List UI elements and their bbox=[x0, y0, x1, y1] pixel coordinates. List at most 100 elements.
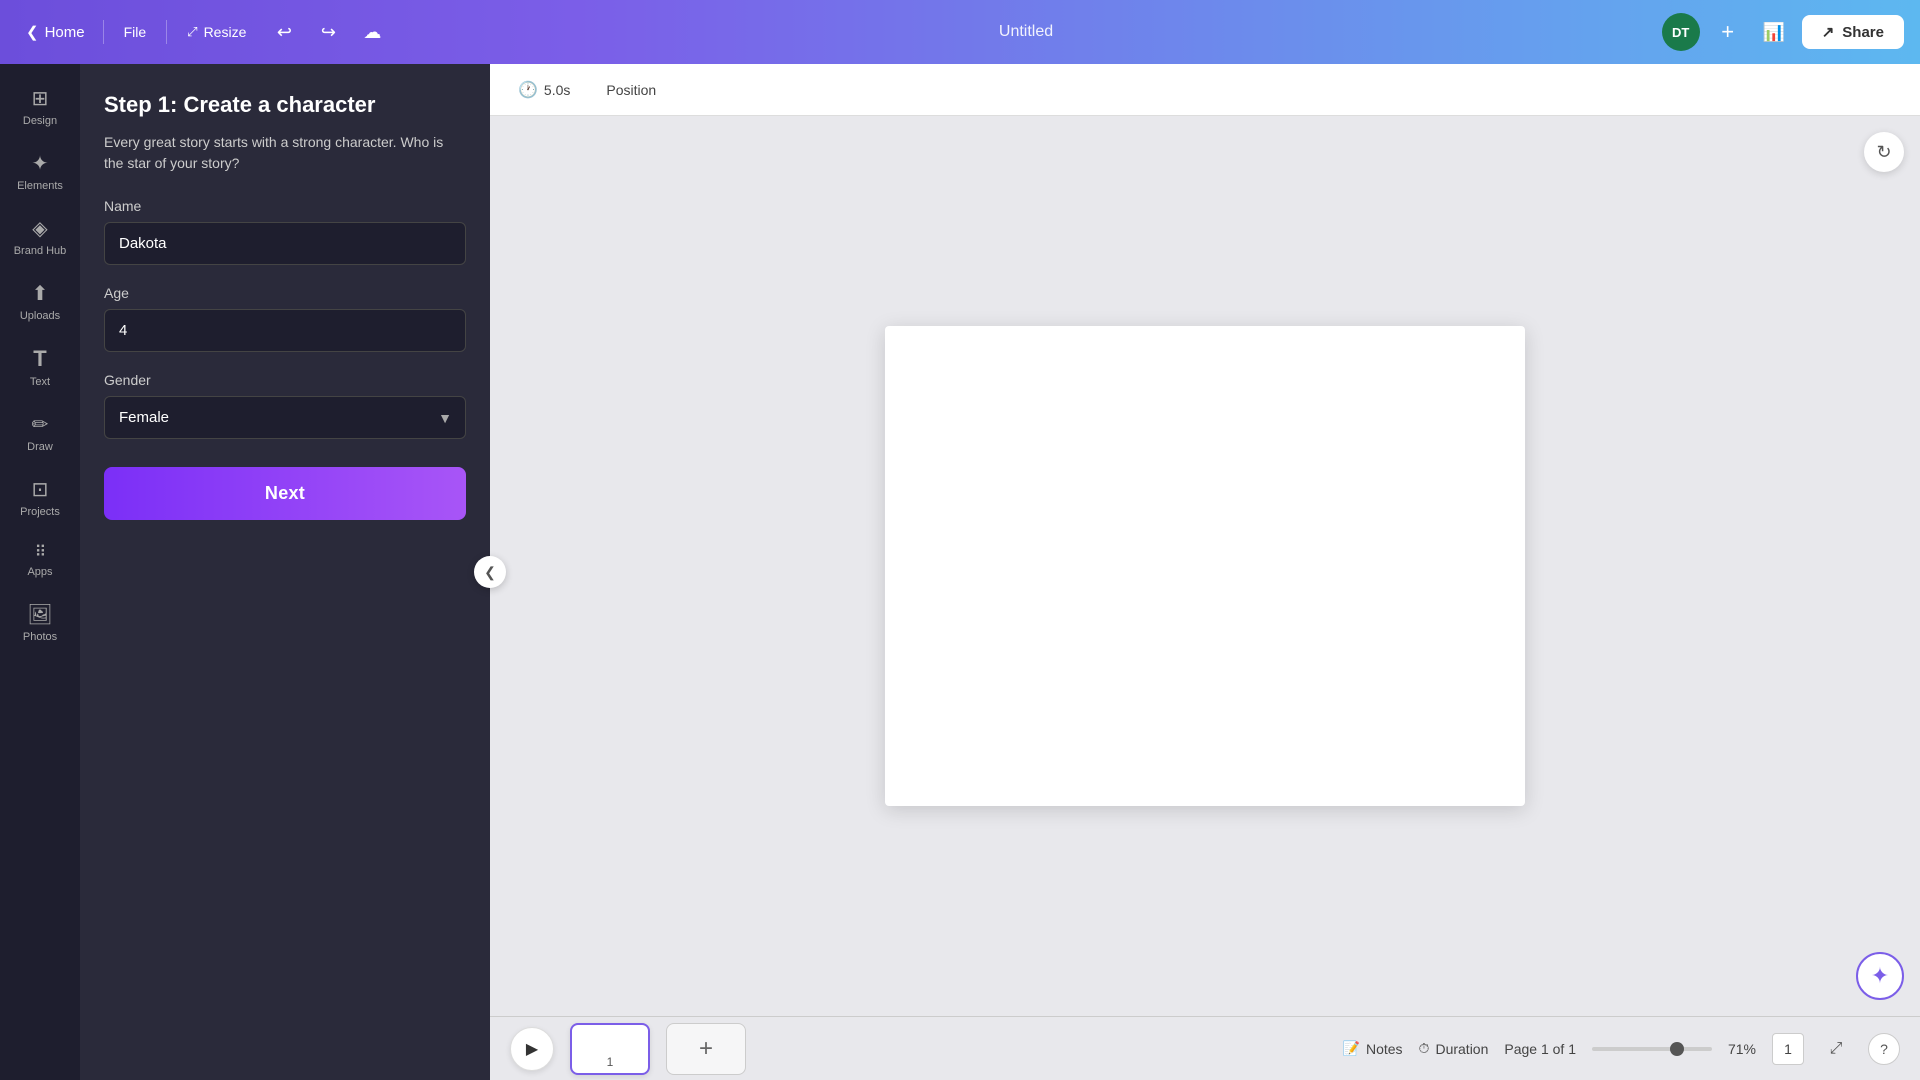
text-icon: T bbox=[33, 346, 46, 372]
toolbar: 🕐 5.0s Position bbox=[490, 64, 1920, 116]
avatar[interactable]: DT bbox=[1662, 13, 1700, 51]
draw-icon: ✏ bbox=[32, 412, 49, 437]
header-center: Untitled bbox=[402, 23, 1649, 41]
bottom-bar: ▶ 1 + 📝 Notes ⏱ Duration Page 1 of 1 bbox=[490, 1016, 1920, 1080]
panel-title: Step 1: Create a character bbox=[104, 92, 466, 118]
duration-value: 5.0s bbox=[544, 82, 570, 98]
duration-button[interactable]: ⏱ Duration bbox=[1419, 1040, 1489, 1057]
photos-icon: 🖼 bbox=[27, 602, 52, 627]
share-icon: ↗ bbox=[1822, 23, 1835, 41]
panel-description: Every great story starts with a strong c… bbox=[104, 132, 466, 174]
zoom-thumb[interactable] bbox=[1670, 1042, 1684, 1056]
sidebar-label-photos: Photos bbox=[23, 631, 57, 643]
sidebar-item-apps[interactable]: ⠿ Apps bbox=[4, 532, 76, 588]
expand-button[interactable]: ⤢ bbox=[1820, 1033, 1852, 1065]
page-number-button[interactable]: 1 bbox=[1772, 1033, 1804, 1065]
canvas-viewport[interactable]: ↻ ✦ bbox=[490, 116, 1920, 1016]
add-page-button[interactable]: + bbox=[666, 1023, 746, 1075]
hide-panel-button[interactable]: ❮ bbox=[474, 556, 506, 588]
duration-label: Duration bbox=[1435, 1041, 1488, 1057]
header-divider-2 bbox=[166, 20, 167, 44]
play-icon: ▶ bbox=[526, 1039, 538, 1059]
sidebar-item-elements[interactable]: ✦ Elements bbox=[4, 141, 76, 202]
age-label: Age bbox=[104, 285, 466, 301]
sidebar-item-projects[interactable]: ⊡ Projects bbox=[4, 467, 76, 528]
magic-icon: ✦ bbox=[1871, 963, 1889, 989]
zoom-bar: 71% bbox=[1592, 1041, 1756, 1057]
sidebar-item-text[interactable]: T Text bbox=[4, 336, 76, 398]
document-title[interactable]: Untitled bbox=[999, 23, 1053, 41]
share-button[interactable]: ↗ Share bbox=[1802, 15, 1904, 49]
expand-icon: ⤢ bbox=[1830, 1040, 1843, 1058]
name-label: Name bbox=[104, 198, 466, 214]
next-button[interactable]: Next bbox=[104, 467, 466, 520]
home-button[interactable]: ❮ Home bbox=[16, 17, 95, 47]
header-divider bbox=[103, 20, 104, 44]
sidebar-label-draw: Draw bbox=[27, 441, 53, 453]
gender-select[interactable]: Female Male Non-binary Other bbox=[104, 396, 466, 439]
sidebar-item-photos[interactable]: 🖼 Photos bbox=[4, 592, 76, 653]
notes-button[interactable]: 📝 Notes bbox=[1343, 1040, 1403, 1057]
sidebar-item-draw[interactable]: ✏ Draw bbox=[4, 402, 76, 463]
elements-icon: ✦ bbox=[32, 151, 49, 176]
avatar-initials: DT bbox=[1672, 25, 1689, 40]
header-left: ❮ Home File ⤢ Resize ↩ ↪ ☁ bbox=[16, 14, 390, 50]
sidebar-label-elements: Elements bbox=[17, 180, 63, 192]
gender-label: Gender bbox=[104, 372, 466, 388]
zoom-value: 71% bbox=[1720, 1041, 1756, 1057]
panel: Step 1: Create a character Every great s… bbox=[80, 64, 490, 1080]
play-button[interactable]: ▶ bbox=[510, 1027, 554, 1071]
apps-icon: ⠿ bbox=[35, 542, 46, 562]
magic-button[interactable]: ✦ bbox=[1856, 952, 1904, 1000]
page-thumb-number: 1 bbox=[607, 1055, 614, 1069]
position-control[interactable]: Position bbox=[598, 78, 664, 102]
help-button[interactable]: ? bbox=[1868, 1033, 1900, 1065]
resize-button[interactable]: ⤢ Resize bbox=[175, 18, 258, 46]
page-number: 1 bbox=[1784, 1041, 1792, 1057]
analytics-button[interactable]: 📊 bbox=[1756, 14, 1792, 50]
main-body: ⊞ Design ✦ Elements ◈ Brand Hub ⬆ Upload… bbox=[0, 64, 1920, 1080]
bottom-right-controls: 📝 Notes ⏱ Duration Page 1 of 1 71% 1 bbox=[1343, 1033, 1900, 1065]
sidebar-item-uploads[interactable]: ⬆ Uploads bbox=[4, 271, 76, 332]
next-label: Next bbox=[265, 483, 305, 503]
help-icon: ? bbox=[1880, 1041, 1888, 1057]
chevron-left-icon: ❮ bbox=[26, 23, 39, 41]
age-input[interactable] bbox=[104, 309, 466, 352]
name-input[interactable] bbox=[104, 222, 466, 265]
sidebar-item-brand-hub[interactable]: ◈ Brand Hub bbox=[4, 206, 76, 267]
save-cloud-button[interactable]: ☁ bbox=[354, 14, 390, 50]
file-button[interactable]: File bbox=[112, 18, 159, 46]
gender-select-wrap: Female Male Non-binary Other ▼ bbox=[104, 396, 466, 439]
duration-control[interactable]: 🕐 5.0s bbox=[510, 76, 578, 104]
chevron-left-icon: ❮ bbox=[484, 564, 496, 581]
notes-icon: 📝 bbox=[1343, 1040, 1360, 1057]
resize-label: Resize bbox=[204, 24, 247, 40]
uploads-icon: ⬆ bbox=[32, 281, 49, 306]
header: ❮ Home File ⤢ Resize ↩ ↪ ☁ Untitled DT +… bbox=[0, 0, 1920, 64]
plus-icon: + bbox=[699, 1035, 713, 1063]
home-label: Home bbox=[45, 24, 85, 41]
brand-hub-icon: ◈ bbox=[32, 216, 47, 241]
undo-button[interactable]: ↩ bbox=[266, 14, 302, 50]
redo-button[interactable]: ↪ bbox=[310, 14, 346, 50]
sidebar-label-brand-hub: Brand Hub bbox=[14, 245, 67, 257]
design-icon: ⊞ bbox=[32, 86, 49, 111]
sidebar-label-design: Design bbox=[23, 115, 57, 127]
add-collaborator-button[interactable]: + bbox=[1710, 14, 1746, 50]
refresh-button[interactable]: ↻ bbox=[1864, 132, 1904, 172]
duration-icon: ⏱ bbox=[1419, 1040, 1430, 1057]
canvas-area: 🕐 5.0s Position ↻ ✦ ▶ 1 bbox=[490, 64, 1920, 1080]
sidebar-label-projects: Projects bbox=[20, 506, 60, 518]
zoom-track[interactable] bbox=[1592, 1047, 1712, 1051]
sidebar: ⊞ Design ✦ Elements ◈ Brand Hub ⬆ Upload… bbox=[0, 64, 80, 1080]
page-indicator: Page 1 of 1 bbox=[1504, 1041, 1576, 1057]
file-label: File bbox=[124, 24, 147, 40]
canvas-page[interactable] bbox=[885, 326, 1525, 806]
page-thumbnail[interactable]: 1 bbox=[570, 1023, 650, 1075]
refresh-icon: ↻ bbox=[1876, 142, 1891, 163]
sidebar-item-design[interactable]: ⊞ Design bbox=[4, 76, 76, 137]
sidebar-label-apps: Apps bbox=[27, 566, 52, 578]
sidebar-label-text: Text bbox=[30, 376, 50, 388]
projects-icon: ⊡ bbox=[32, 477, 49, 502]
share-label: Share bbox=[1842, 24, 1884, 41]
